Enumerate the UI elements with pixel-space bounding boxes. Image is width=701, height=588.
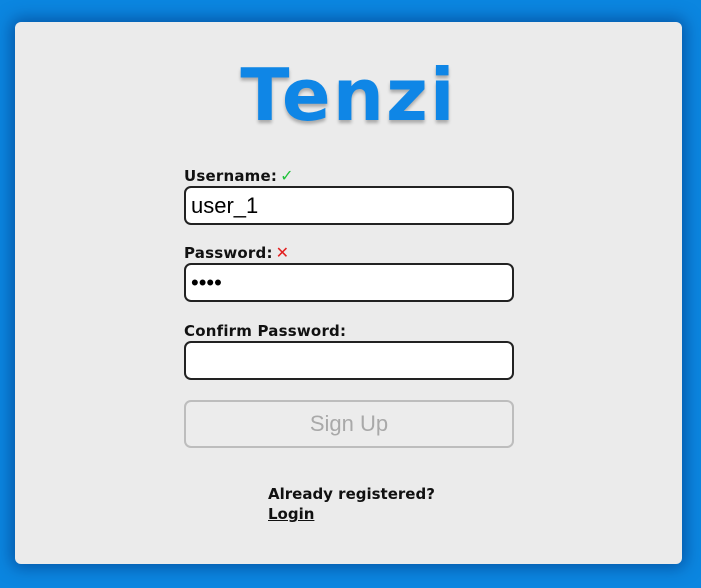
username-group: Username: ✓	[184, 167, 514, 225]
signup-form: Username:✓ Password:✕ Confirm Password: …	[184, 167, 514, 448]
username-input[interactable]	[184, 186, 514, 225]
confirm-password-group: Confirm Password:	[184, 322, 514, 380]
signup-card: Tenzi Username:✓ Password:✕ Confirm Pass…	[15, 22, 682, 564]
login-prompt: Already registered? Login	[268, 484, 435, 524]
app-logo: Tenzi	[240, 53, 457, 137]
confirm-password-input[interactable]	[184, 341, 514, 380]
confirm-password-label: Confirm Password:	[184, 322, 347, 340]
check-icon: ✓	[280, 166, 294, 185]
already-registered-text: Already registered?	[268, 485, 435, 503]
password-label: Password: ✕	[184, 243, 290, 263]
username-label: Username: ✓	[184, 166, 294, 186]
password-input[interactable]	[184, 263, 514, 302]
password-group: Password: ✕	[184, 244, 514, 302]
sign-up-button[interactable]: Sign Up	[184, 400, 514, 448]
login-link[interactable]: Login	[268, 504, 435, 524]
cross-icon: ✕	[275, 243, 290, 262]
